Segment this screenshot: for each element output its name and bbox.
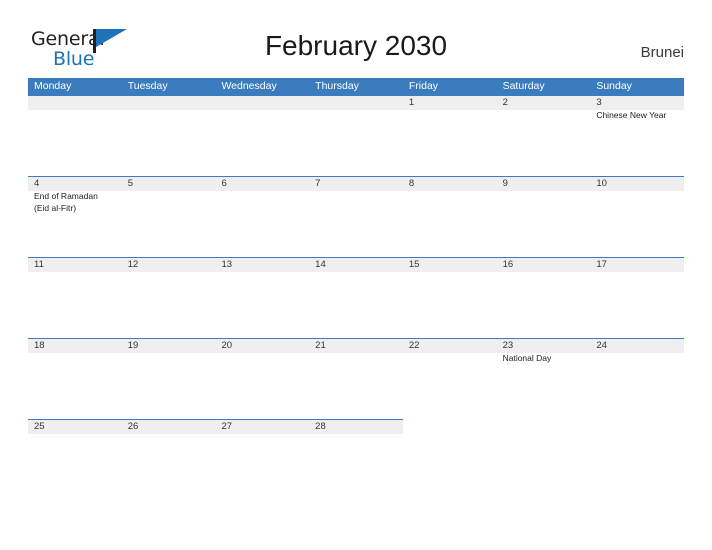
weekday-header-thursday: Thursday: [315, 80, 359, 92]
day-cell[interactable]: 16: [497, 257, 591, 338]
day-cell[interactable]: 3 Chinese New Year: [590, 95, 684, 176]
calendar-week-row: 18 19 20 21 22 23 National Day 24: [28, 338, 684, 419]
day-cell[interactable]: 15: [403, 257, 497, 338]
day-cell[interactable]: 20: [215, 338, 309, 419]
day-number: 15: [408, 259, 420, 270]
page-title: February 2030: [264, 30, 448, 61]
week-cells: 25 26 27 28: [28, 419, 684, 500]
day-number: 11: [34, 259, 44, 270]
day-cell-empty: [122, 95, 216, 176]
day-cell[interactable]: 22: [403, 338, 497, 419]
day-cell-empty: [215, 95, 309, 176]
event-label: National Day: [502, 353, 552, 363]
day-number: 13: [221, 259, 233, 270]
day-cell[interactable]: 13: [215, 257, 309, 338]
day-number: 4: [34, 178, 40, 189]
day-number: 12: [127, 259, 139, 270]
weekday-header-friday: Friday: [408, 80, 439, 92]
day-number: 25: [34, 421, 45, 432]
day-number: 22: [408, 340, 420, 351]
day-number: 16: [502, 259, 514, 270]
day-cell[interactable]: 14: [309, 257, 403, 338]
day-number: 2: [502, 97, 508, 108]
day-events: National Day: [503, 353, 591, 365]
week-cells: 1 2 3 Chinese New Year: [28, 95, 684, 176]
day-cell[interactable]: 4 End of Ramadan (Eid al-Fitr): [28, 176, 122, 257]
weekday-header-sunday: Sunday: [596, 80, 632, 92]
day-number: 19: [127, 340, 139, 351]
day-cell[interactable]: 19: [122, 338, 216, 419]
day-cell[interactable]: 1: [403, 95, 497, 176]
week-cells: 18 19 20 21 22 23 National Day 24: [28, 338, 684, 419]
day-cell-empty: [590, 419, 684, 500]
day-events: End of Ramadan (Eid al-Fitr): [34, 191, 122, 214]
day-number: 5: [127, 178, 134, 189]
day-cell[interactable]: 17: [590, 257, 684, 338]
day-number: 18: [34, 340, 45, 351]
weekday-header-wednesday: Wednesday: [221, 80, 277, 92]
weekday-header-row: Monday Tuesday Wednesday Thursday Friday Satu…: [28, 78, 684, 95]
day-number: 27: [221, 421, 233, 432]
event-label: (Eid al-Fitr): [34, 202, 77, 213]
day-number: 23: [502, 340, 514, 351]
day-number: 1: [408, 97, 415, 108]
day-cell[interactable]: 10: [590, 176, 684, 257]
day-cell[interactable]: 12: [122, 257, 216, 338]
week-cells: 4 End of Ramadan (Eid al-Fitr) 5 6 7 8 9 10: [28, 176, 684, 257]
day-cell[interactable]: 9: [497, 176, 591, 257]
day-number: 17: [596, 259, 607, 270]
day-cell[interactable]: 5: [122, 176, 216, 257]
page-header: General Blue February 2030 Brunei: [0, 0, 712, 74]
calendar-week-row: 1 2 3 Chinese New Year: [28, 95, 684, 176]
day-number: 24: [596, 340, 607, 351]
weekday-header-tuesday: Tuesday: [127, 80, 168, 92]
day-cell[interactable]: 26: [122, 419, 216, 500]
day-events: Chinese New Year: [596, 110, 684, 122]
day-number: 21: [315, 340, 326, 351]
day-cell-empty: [309, 95, 403, 176]
day-cell-empty: [28, 95, 122, 176]
day-cell[interactable]: 2: [497, 95, 591, 176]
calendar-week-row: 4 End of Ramadan (Eid al-Fitr) 5 6 7 8 9 10: [28, 176, 684, 257]
day-cell[interactable]: 24: [590, 338, 684, 419]
day-number: 7: [315, 178, 321, 189]
day-number: 20: [221, 340, 233, 351]
day-cell[interactable]: 25: [28, 419, 122, 500]
day-cell[interactable]: 6: [215, 176, 309, 257]
event-label: Chinese New Year: [596, 110, 667, 120]
day-cell[interactable]: 11: [28, 257, 122, 338]
week-cells: 11 12 13 14 15 16 17: [28, 257, 684, 338]
day-cell[interactable]: 28: [309, 419, 403, 500]
weekday-header-saturday: Saturday: [502, 80, 545, 92]
day-number: 3: [596, 97, 602, 108]
day-cell[interactable]: 7: [309, 176, 403, 257]
day-number: 26: [127, 421, 139, 432]
day-number: 10: [596, 178, 607, 189]
country-label: Brunei: [640, 44, 684, 61]
calendar-grid: Monday Tuesday Wednesday Thursday Friday Satu…: [28, 78, 684, 500]
day-number: 8: [408, 178, 415, 189]
day-cell[interactable]: 23 National Day: [497, 338, 591, 419]
day-number: 28: [315, 421, 326, 432]
calendar-week-row: 25 26 27 28: [28, 419, 684, 500]
day-number: 9: [502, 178, 508, 189]
day-cell[interactable]: 8: [403, 176, 497, 257]
weekday-header-monday: Monday: [34, 80, 72, 92]
day-cell[interactable]: 27: [215, 419, 309, 500]
day-number: 14: [315, 259, 326, 270]
day-number: 6: [221, 178, 227, 189]
day-cell-empty: [403, 419, 497, 500]
event-label: End of Ramadan: [34, 191, 98, 201]
day-cell-empty: [497, 419, 591, 500]
day-cell[interactable]: 18: [28, 338, 122, 419]
calendar-page: General Blue February 2030 Brunei Monday…: [0, 0, 712, 550]
calendar-week-row: 11 12 13 14 15 16 17: [28, 257, 684, 338]
day-cell[interactable]: 21: [309, 338, 403, 419]
calendar-weeks: 1 2 3 Chinese New Year 4 End of Ramadan (Eid a…: [28, 95, 684, 500]
